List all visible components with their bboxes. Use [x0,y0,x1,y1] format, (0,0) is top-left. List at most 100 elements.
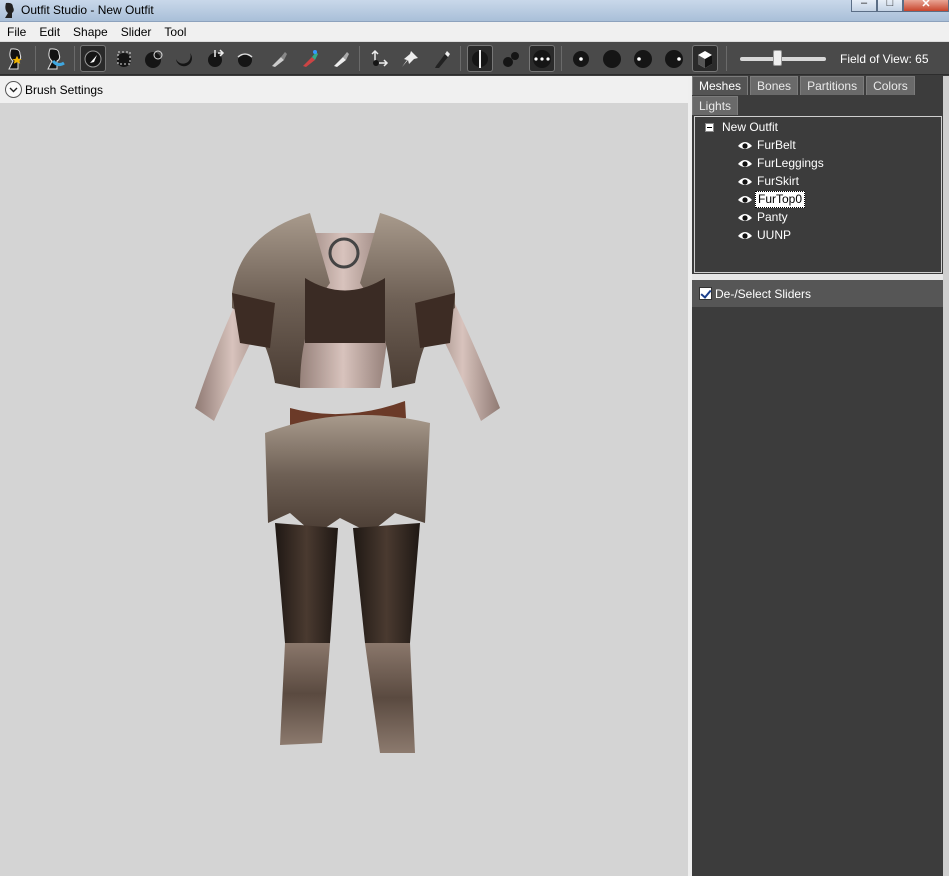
collapse-icon[interactable] [705,122,714,132]
select-tool-button[interactable] [80,45,106,72]
maximize-button[interactable]: □ [877,0,903,12]
pivot-tool-button[interactable] [397,45,423,72]
mask-tool-button[interactable] [111,45,137,72]
tree-root[interactable]: New Outfit [705,120,778,134]
pen-tool-button[interactable] [428,45,454,72]
tree-item-furskirt[interactable]: FurSkirt [737,173,801,189]
mesh-name-selected: FurTop0 [755,190,806,208]
load-reference-button[interactable] [3,45,29,72]
fov-slider-track[interactable] [740,57,826,61]
color-paint-icon [303,49,318,67]
eye-icon[interactable] [737,158,753,169]
mesh-name: FurBelt [757,137,796,152]
select-sliders-checkbox[interactable] [699,287,712,300]
texture-mode-icon [698,50,712,68]
weight-paint-button[interactable] [265,45,291,72]
menu-shape[interactable]: Shape [66,25,114,39]
brush-settings-bar: Brush Settings [0,76,690,103]
tree-item-furtop0[interactable]: FurTop0 [737,190,806,208]
tree-item-furleggings[interactable]: FurLeggings [737,155,826,171]
brush-strength-icon [603,49,621,68]
eye-icon[interactable] [737,212,753,223]
load-outfit-icon [47,47,65,69]
move-tool-button[interactable] [202,45,228,72]
transform-icon [371,49,389,67]
global-brush-icon [533,49,551,68]
deflate-icon [176,52,192,66]
mesh-name: UUNP [757,227,792,242]
transform-tool-button[interactable] [366,45,392,72]
menu-tool[interactable]: Tool [157,25,192,39]
tab-colors[interactable]: Colors [866,76,915,95]
select-icon [84,50,102,67]
tab-lights[interactable]: Lights [692,96,739,115]
connected-only-icon [503,51,519,67]
inflate-icon [145,50,163,68]
weight-paint-icon [272,51,287,67]
fov-slider-thumb[interactable] [773,50,782,66]
brush-focus-button[interactable] [630,45,656,72]
alpha-paint-icon [334,51,349,67]
menu-bar: File Edit Shape Slider Tool [0,22,949,42]
smooth-icon [237,52,253,67]
menu-slider[interactable]: Slider [114,25,158,39]
load-reference-icon [8,47,22,69]
brush-size-button[interactable] [568,45,594,72]
mesh-tree: New Outfit FurBelt FurLeggings FurSkirt … [694,116,942,273]
minimize-button[interactable]: – [851,0,877,12]
eye-icon[interactable] [737,230,753,241]
connected-only-button[interactable] [498,45,524,72]
minimize-icon: – [860,0,868,9]
menu-edit[interactable]: Edit [32,25,66,39]
texture-mode-button[interactable] [692,45,718,72]
pen-icon [435,50,450,68]
brush-spacing-icon [665,49,683,68]
global-brush-button[interactable] [529,45,555,72]
brush-settings-label: Brush Settings [25,83,104,97]
tab-meshes[interactable]: Meshes [692,76,749,95]
mesh-name: FurLeggings [757,155,824,170]
eye-icon[interactable] [737,140,753,151]
smooth-tool-button[interactable] [232,45,258,72]
alpha-paint-button[interactable] [327,45,353,72]
move-icon [208,48,225,67]
menu-file[interactable]: File [0,25,32,39]
pivot-icon [402,50,418,67]
tab-partitions[interactable]: Partitions [800,76,865,95]
panel-scrollbar[interactable] [943,76,949,876]
tree-item-furbelt[interactable]: FurBelt [737,137,798,153]
brush-settings-toggle[interactable] [5,81,22,98]
close-icon: ✕ [921,0,931,10]
eye-icon[interactable] [737,176,753,187]
panel-tabs: Meshes Bones Partitions Colors [692,76,917,96]
mesh-name: Panty [757,209,788,224]
mesh-name: FurSkirt [757,173,799,188]
title-bar: Outfit Studio - New Outfit – □ ✕ [0,0,949,22]
fov-label: Field of View: 65 [840,52,929,66]
select-sliders-label[interactable]: De-/Select Sliders [715,287,811,301]
tree-item-uunp[interactable]: UUNP [737,227,793,243]
brush-size-icon [573,50,589,67]
panel-tabs-row2: Lights [692,96,740,116]
x-mirror-icon [472,49,488,68]
mask-icon [117,51,131,67]
tree-root-label: New Outfit [722,120,779,134]
tree-item-panty[interactable]: Panty [737,209,790,225]
chevron-down-icon [9,87,18,93]
inflate-tool-button[interactable] [141,45,167,72]
3d-viewport[interactable] [0,103,688,876]
toolbar: Field of View: 65 [0,42,949,75]
right-panel: Meshes Bones Partitions Colors Lights Ne… [692,76,949,876]
load-outfit-button[interactable] [42,45,68,72]
x-mirror-button[interactable] [467,45,493,72]
sliders-header: De-/Select Sliders [692,280,943,307]
brush-strength-button[interactable] [599,45,625,72]
brush-spacing-button[interactable] [661,45,687,72]
maximize-icon: □ [886,0,894,9]
window-title: Outfit Studio - New Outfit [21,3,154,17]
deflate-tool-button[interactable] [171,45,197,72]
tab-bones[interactable]: Bones [750,76,799,95]
color-paint-button[interactable] [296,45,322,72]
close-button[interactable]: ✕ [903,0,949,12]
eye-icon[interactable] [737,194,753,205]
